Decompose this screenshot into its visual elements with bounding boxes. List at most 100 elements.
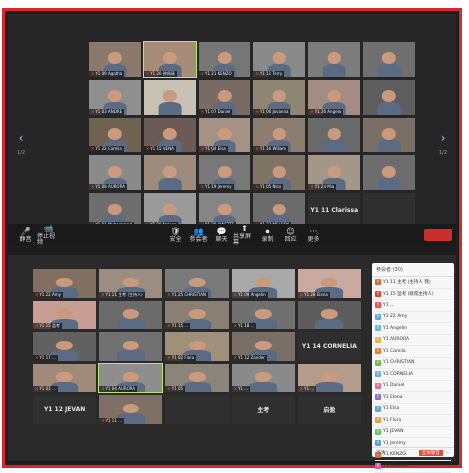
video-tile[interactable] xyxy=(363,79,415,115)
participant-list-item[interactable]: Y Y1 Camila xyxy=(375,346,451,358)
shield-button[interactable]: 🛡 安全 xyxy=(164,225,187,245)
participant-list-item[interactable]: Y Y1 22 Amy xyxy=(375,312,451,323)
video-tile[interactable]: ✕Y1 27 MELODY xyxy=(253,193,306,228)
video-tile-name-only[interactable]: Y1 12 JEVAN xyxy=(33,395,97,424)
prev-page-button[interactable]: ‹ 1/2 xyxy=(14,126,28,156)
video-tile[interactable]: ✕Y1 15 ... xyxy=(165,300,229,329)
participant-list-name: Y1 CHRISTIAN xyxy=(383,360,415,366)
video-tile[interactable]: ✕Y1 09 Agatha xyxy=(89,42,141,77)
video-tile[interactable]: ✕Y1 18 ... xyxy=(231,300,295,329)
participant-name: Y1 24 Mia xyxy=(314,184,335,190)
video-tile[interactable]: ✕Y1 04 Elsa xyxy=(198,117,251,153)
video-tile[interactable]: ✕Y1 11 ... xyxy=(99,395,163,424)
muted-mic-icon: ✕ xyxy=(255,184,259,190)
video-tile[interactable]: ✕Y1 11 主考 (主持人) xyxy=(99,269,163,298)
video-tile[interactable]: ✕Y1 05 xyxy=(165,363,229,392)
mute-all-button[interactable]: 全体静音 xyxy=(418,449,443,456)
participants-button[interactable]: 👥 参会者 xyxy=(187,225,210,245)
video-tile[interactable] xyxy=(363,117,415,153)
participant-list-item[interactable]: Y Y1 MELODY xyxy=(375,461,451,473)
video-tile[interactable]: ✕Y1 02 Flora xyxy=(165,332,229,361)
video-tile[interactable]: ✕Y1 11 Terry xyxy=(253,42,306,77)
more-button[interactable]: ··· 更多 xyxy=(302,225,325,245)
muted-mic-icon: ✕ xyxy=(310,108,314,114)
video-tile[interactable] xyxy=(297,300,361,329)
video-tile[interactable]: ✕Y1 16 Willam xyxy=(253,117,306,153)
participant-list-item[interactable]: Y Y1 CHRISTIAN xyxy=(375,358,451,369)
video-tile[interactable]: ✕Y1 05 Nico xyxy=(253,155,306,191)
video-tile[interactable] xyxy=(99,332,163,361)
participant-label: ✕Y1 22 Camila xyxy=(89,146,124,153)
avatar: Y xyxy=(375,325,381,332)
video-tile[interactable] xyxy=(363,155,415,191)
video-tile[interactable]: ✕Y1 01 ... xyxy=(33,363,97,392)
participant-list-item[interactable]: Y Y1 Elsa xyxy=(375,404,451,415)
record-button[interactable]: ⏺ 录制 xyxy=(256,225,279,245)
participant-label: ✕Y1 ... xyxy=(297,386,317,392)
video-tile-name-only[interactable]: Y1 11 Clarissa xyxy=(308,193,361,228)
video-tile[interactable] xyxy=(308,42,361,77)
chat-button[interactable]: 💬 聊天 xyxy=(210,225,233,245)
next-page-button[interactable]: › 1/2 xyxy=(436,126,450,156)
participant-label: ✕Y1 01 ... xyxy=(33,386,58,392)
reactions-button[interactable]: ☺ 回应 xyxy=(279,225,302,245)
muted-mic-icon: ✕ xyxy=(145,146,150,152)
video-tile[interactable] xyxy=(143,79,196,115)
participant-list-item[interactable]: Y Y1 AURORA xyxy=(375,335,451,346)
mic-button[interactable]: 🎤 静音 xyxy=(14,225,37,245)
video-tile[interactable]: ✕Y1 15 VENA xyxy=(143,117,196,153)
video-tile[interactable]: ✕Y1 04 AURORA xyxy=(98,362,164,393)
video-tile[interactable]: ✕Y1 17 ... xyxy=(33,332,97,361)
leave-meeting-button[interactable] xyxy=(424,229,452,241)
video-tile[interactable]: ✕Y1 01 Muhammad xyxy=(89,193,141,228)
video-tile[interactable]: ✕Y1 22 Amy xyxy=(33,269,97,298)
video-tile[interactable]: ✕Y1 08 AURORA xyxy=(89,155,141,191)
share-button[interactable]: ⬆ 共享屏幕 xyxy=(233,224,256,246)
video-tile[interactable]: ✕Y1 15 监考 xyxy=(33,300,97,329)
video-tile[interactable] xyxy=(363,42,415,77)
video-tile[interactable]: ✕Y1 22 Camila xyxy=(89,117,141,153)
video-tile[interactable] xyxy=(99,300,163,329)
participant-label: ✕Y1 26 Angela xyxy=(308,108,344,115)
video-tile[interactable]: ✕Y1 28 JANETTE xyxy=(198,193,251,228)
participant-list-item[interactable]: Y Y1 Elena xyxy=(375,392,451,404)
muted-mic-icon: ✕ xyxy=(310,184,314,190)
participant-list-item[interactable]: Y Y1 JEVAN xyxy=(375,427,451,438)
video-tile[interactable]: ✕Y1 12 Zander xyxy=(231,332,295,361)
participant-list-item[interactable]: Y Y1 CORNELIA xyxy=(375,369,451,381)
video-tile[interactable]: ✕Y1 06 Jovanna xyxy=(253,79,306,115)
participant-label: ✕Y1 09 Agatha xyxy=(89,70,125,77)
participant-list-item[interactable]: Y Y1 15 监考 (联席主持人) xyxy=(375,289,451,300)
video-tile[interactable]: ✕Y1 07 Daniel xyxy=(198,79,251,115)
video-tile[interactable] xyxy=(308,117,361,153)
participant-list-item[interactable]: Y Y1 11 主考 (主持人 我) xyxy=(375,277,451,289)
video-tile[interactable]: ✕Y1 03 ANDRE xyxy=(89,79,141,115)
participant-list-item[interactable]: Y Y1 Flora xyxy=(375,415,451,427)
toolbar-label: 回应 xyxy=(284,236,297,243)
video-tile-name-only[interactable]: 启盈 xyxy=(297,395,361,424)
participant-list-item[interactable]: Y Y1 Angelin xyxy=(375,323,451,335)
video-tile-name-only[interactable] xyxy=(363,193,415,228)
video-tile[interactable] xyxy=(143,155,196,191)
video-tile[interactable]: ✕Y1 20 钟佩瑶 xyxy=(142,41,197,78)
video-tile[interactable]: ✕Y1 19 Jeremy xyxy=(198,155,251,191)
participant-video-feed xyxy=(249,372,278,392)
participant-list-item[interactable]: Y Y1 Daniel xyxy=(375,381,451,392)
video-tile[interactable]: ✕Y1 26 Angela xyxy=(308,79,361,115)
video-tile[interactable]: ✕Y1 29 Nelson xyxy=(143,193,196,228)
video-tile[interactable]: ✕Y1 24 Mia xyxy=(308,155,361,191)
participant-list-item[interactable]: Y Y1 ... xyxy=(375,300,451,312)
video-tile[interactable]: ✕Y1 28 Elena xyxy=(297,269,361,298)
video-tile[interactable]: ✕Y1 ... xyxy=(297,363,361,392)
video-tile-name-only[interactable]: Y1 14 CORNELIA xyxy=(297,332,361,361)
video-button[interactable]: 📹 停止视频 xyxy=(37,224,60,246)
video-tile[interactable]: ✕Y1 09 Angelin xyxy=(231,269,295,298)
video-tile-name-only[interactable]: 主考 xyxy=(231,395,295,424)
participant-label: ✕Y1 16 Willam xyxy=(253,146,289,153)
invite-button[interactable]: 邀请 xyxy=(376,450,385,456)
more-button[interactable]: ... xyxy=(446,450,450,455)
video-tile[interactable]: ✕Y1 25 CHRISTIAN xyxy=(165,269,229,298)
video-tile[interactable]: ✕Y1 21 KENZO xyxy=(198,42,251,77)
video-tile[interactable]: ✕Y1 ... xyxy=(231,363,295,392)
video-tile-name-only[interactable] xyxy=(165,395,229,424)
